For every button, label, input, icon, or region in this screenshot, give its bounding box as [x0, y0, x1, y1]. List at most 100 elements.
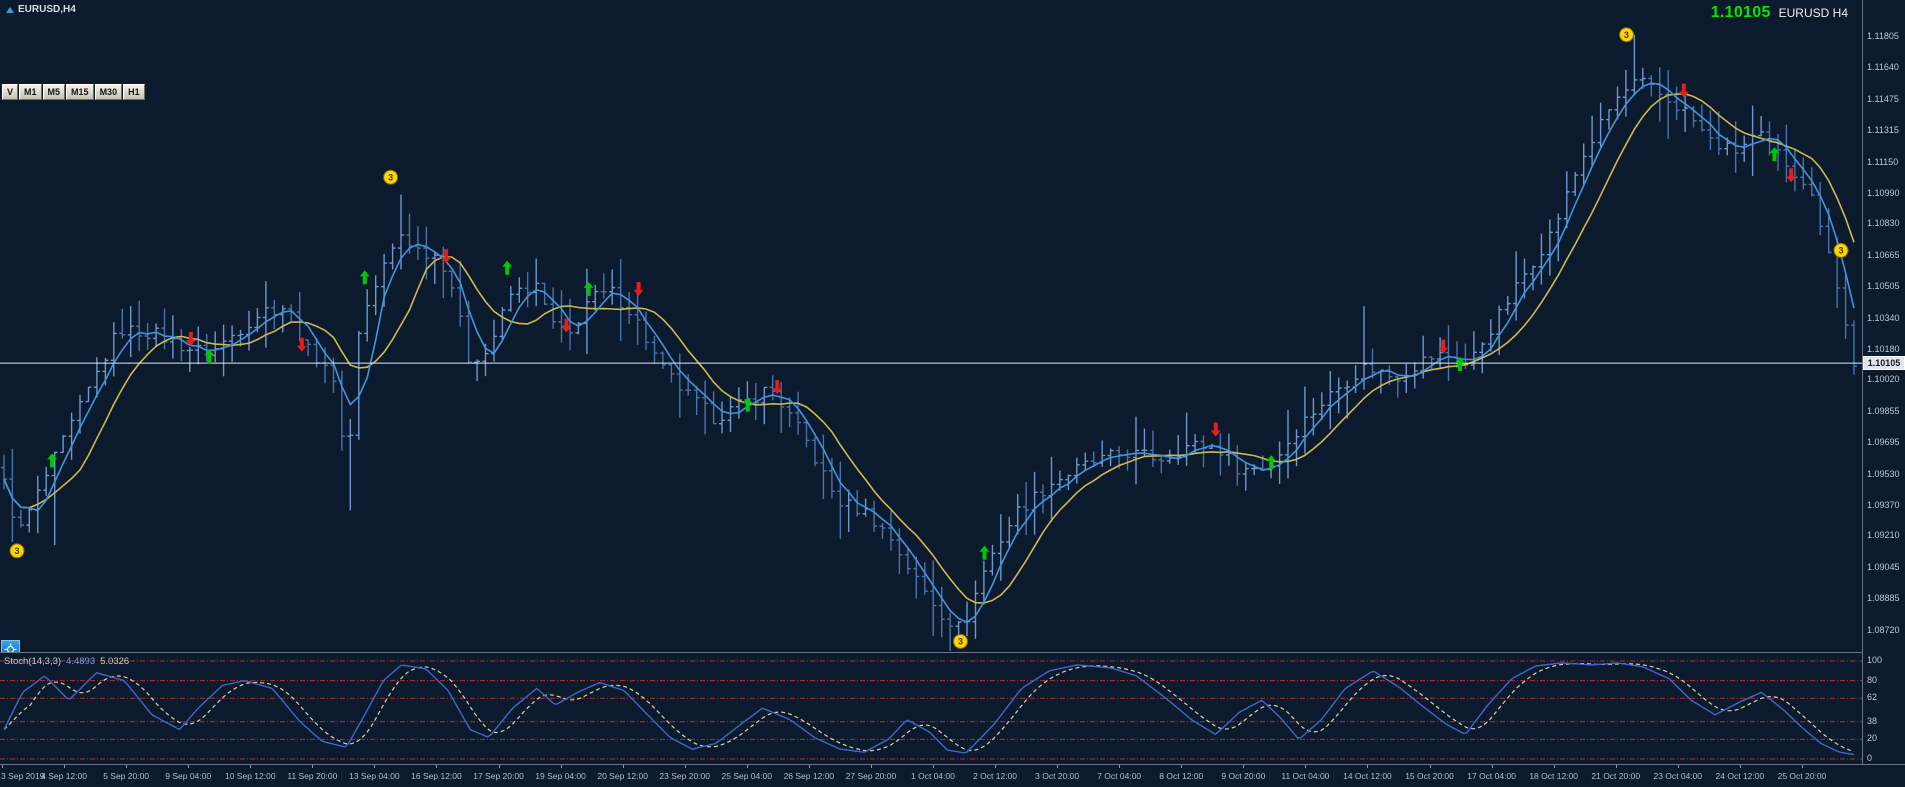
ohlc-bar [347, 418, 354, 511]
time-axis-label: 9 Sep 04:00 [165, 771, 212, 781]
ohlc-bar [1023, 482, 1030, 535]
buy-arrow [583, 281, 594, 296]
ohlc-bar [1622, 70, 1629, 117]
ohlc-bar [1327, 371, 1334, 430]
quote-symbol: EURUSD H4 [1778, 6, 1848, 20]
time-axis-tick [498, 765, 500, 768]
current-price-tag: 1.10105 [1863, 356, 1905, 371]
ohlc-bar [989, 544, 996, 576]
ohlc-bar [220, 324, 227, 377]
ohlc-bar [1335, 377, 1342, 414]
stochastic-panel[interactable]: Stoch(14,3,3) 4.4893 5.0326 [0, 652, 1905, 764]
ohlc-bar [26, 507, 33, 533]
ohlc-bar [921, 562, 928, 595]
ohlc-bar [871, 500, 878, 532]
ohlc-bar [1546, 219, 1553, 276]
price-tick-label: 1.10340 [1867, 312, 1900, 323]
time-axis-label: 8 Oct 12:00 [1159, 771, 1204, 781]
ohlc-bar [1538, 233, 1545, 285]
price-tick-label: 1.11150 [1867, 156, 1899, 167]
time-axis-tick [1739, 765, 1741, 768]
ohlc-bar [186, 347, 193, 372]
buy-arrow [359, 270, 370, 285]
ohlc-bar [144, 322, 151, 350]
mt4-chart-window: 3 3 3 3 3 EURUSD,H4 V M1 M5 M15 M30 H1 1.101… [0, 0, 1905, 787]
time-axis-tick [622, 765, 624, 768]
ohlc-bar [119, 308, 126, 339]
svg-text:3: 3 [14, 546, 19, 556]
time-axis-tick [1367, 765, 1369, 768]
time-axis-tick [808, 765, 810, 768]
ohlc-bar [507, 286, 514, 312]
ohlc-bar [68, 412, 75, 460]
sell-arrow [1210, 422, 1221, 437]
timeframe-button-h1[interactable]: H1 [123, 84, 145, 100]
stoch-scale-label: 0 [1867, 753, 1873, 763]
time-axis-tick [933, 765, 934, 768]
ohlc-bar [178, 329, 185, 362]
time-axis-tick [995, 765, 997, 768]
stoch-signal-line [3, 663, 1855, 753]
price-tick-label: 1.10020 [1867, 374, 1900, 385]
price-scale[interactable]: 1.10105 1.11805 1.11640 1.11475 1.11315 1.11… [1862, 0, 1905, 787]
ohlc-bar [1741, 135, 1748, 162]
time-axis-tick [1429, 765, 1431, 768]
ohlc-bar [43, 466, 50, 496]
ohlc-bar [524, 272, 531, 308]
ohlc-bar [516, 277, 523, 303]
time-axis-tick [126, 765, 128, 768]
ohlc-bar [457, 260, 464, 327]
ohlc-bar [1758, 116, 1765, 137]
ohlc-bar [1124, 449, 1131, 471]
price-chart-area[interactable]: 3 3 3 3 3 [0, 0, 1862, 651]
time-axis-label: 9 Oct 20:00 [1221, 771, 1266, 781]
ohlc-bar [305, 339, 312, 357]
pattern-marker-3: 3 [1619, 27, 1634, 43]
price-tick-label: 1.10180 [1867, 343, 1900, 354]
price-tick-label: 1.11805 [1867, 30, 1899, 41]
price-tick-label: 1.09530 [1867, 468, 1900, 479]
time-axis[interactable]: 3 Sep 2019 4 Sep 12:00 5 Sep 20:00 9 Sep 04… [0, 764, 1905, 787]
ohlc-bar [592, 284, 599, 311]
ohlc-bar [1673, 86, 1680, 120]
time-axis-tick [560, 765, 562, 768]
time-axis-tick [746, 765, 748, 768]
svg-text:3: 3 [388, 172, 393, 182]
stochastic-plot[interactable] [0, 653, 1862, 765]
ohlc-bar [1285, 409, 1291, 479]
ma-fast-line [3, 82, 1855, 624]
time-axis-label: 24 Oct 12:00 [1715, 771, 1765, 781]
ohlc-bar [431, 252, 438, 284]
ohlc-bar [845, 489, 852, 533]
time-axis-label: 19 Sep 04:00 [535, 771, 586, 781]
ohlc-bar [1597, 102, 1604, 147]
ohlc-bar [1217, 433, 1224, 476]
ohlc-bar [262, 281, 269, 348]
ohlc-bar [1572, 171, 1579, 197]
price-tick-label: 1.09210 [1867, 530, 1900, 541]
stoch-name: Stoch(14,3,3) [4, 656, 62, 667]
ohlc-bar [1682, 94, 1689, 132]
sell-arrow [633, 281, 644, 296]
time-axis-label: 3 Oct 20:00 [1035, 771, 1080, 781]
ohlc-bar [727, 397, 734, 433]
ohlc-bar [212, 331, 219, 363]
timeframe-button-m30[interactable]: M30 [94, 84, 123, 100]
time-axis-tick [2, 765, 3, 768]
time-axis-label: 3 Sep 2019 [1, 771, 45, 781]
timeframe-button-m15[interactable]: M15 [66, 84, 94, 100]
ohlc-bar [364, 289, 371, 342]
timeframe-button-m5[interactable]: M5 [42, 84, 66, 100]
ohlc-bar [1158, 456, 1165, 474]
stoch-scale-label: 80 [1867, 674, 1878, 685]
pattern-marker-3: 3 [953, 633, 968, 649]
time-axis-tick [188, 765, 190, 768]
time-axis-label: 7 Oct 04:00 [1097, 771, 1142, 781]
ohlc-bar [719, 401, 725, 434]
ohlc-bar [1141, 428, 1148, 456]
toolbar-button-v[interactable]: V [2, 84, 19, 100]
time-axis-label: 2 Oct 12:00 [973, 771, 1018, 781]
timeframe-button-m1[interactable]: M1 [19, 84, 42, 100]
time-axis-tick [1057, 765, 1059, 768]
pattern-marker-3: 3 [1833, 242, 1849, 258]
